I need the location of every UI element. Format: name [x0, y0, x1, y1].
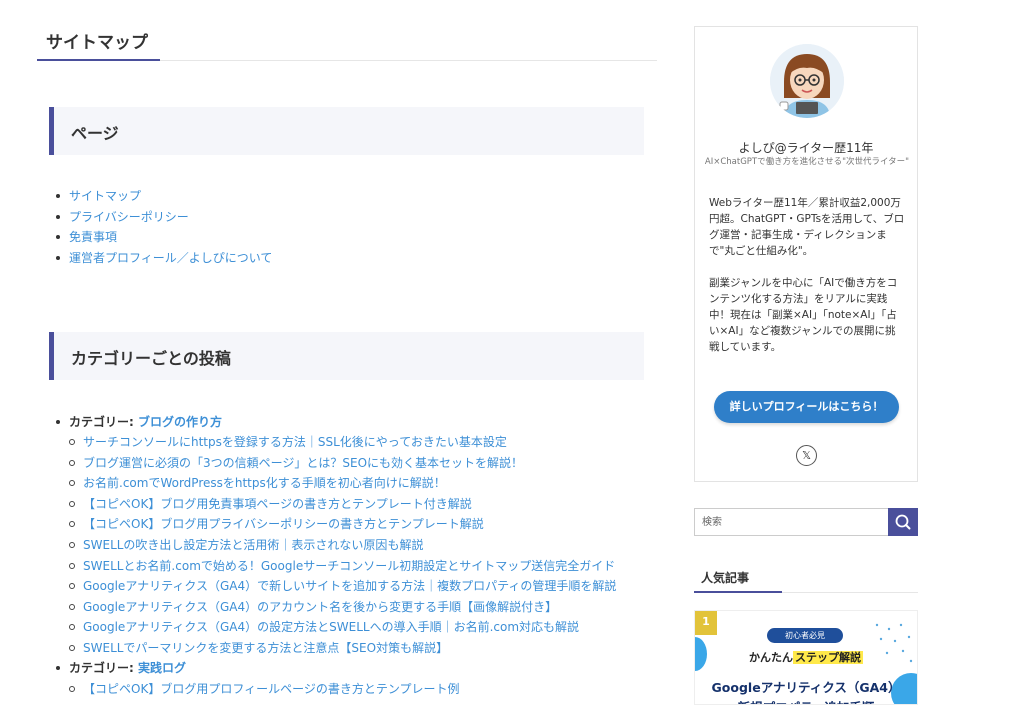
list-item: SWELLの吹き出し設定方法と活用術｜表示されない原因も解説 — [53, 535, 616, 556]
page-link-disclaimer[interactable]: 免責事項 — [69, 230, 117, 244]
profile-widget: よしぴ@ライター歴11年 AI×ChatGPTで働き方を進化させる"次世代ライタ… — [694, 26, 918, 482]
category-prefix: カテゴリー: — [69, 415, 138, 429]
category-link-blog-howto[interactable]: ブログの作り方 — [138, 415, 222, 429]
profile-paragraph: Webライター歴11年／累計収益2,000万円超。ChatGPT・GPTsを活用… — [709, 197, 905, 257]
list-item: Googleアナリティクス（GA4）で新しいサイトを追加する方法｜複数プロパティ… — [53, 576, 616, 597]
category-list: カテゴリー: ブログの作り方 — [53, 412, 222, 433]
list-item: お名前.comでWordPressをhttps化する手順を初心者向けに解説！ — [53, 473, 616, 494]
card-tagline-highlight: ステップ解説 — [793, 651, 863, 664]
page-list: サイトマップ プライバシーポリシー 免責事項 運営者プロフィール／よしぴについて — [53, 186, 272, 268]
search-form — [694, 508, 918, 536]
list-item: プライバシーポリシー — [53, 207, 272, 228]
list-item: SWELLとお名前.comで始める！Googleサーチコンソール初期設定とサイト… — [53, 556, 616, 577]
x-logo-icon[interactable]: 𝕏 — [796, 445, 817, 466]
category-item: カテゴリー: ブログの作り方 — [53, 412, 222, 433]
page-title: サイトマップ — [46, 33, 148, 53]
page-link-profile[interactable]: 運営者プロフィール／よしぴについて — [69, 251, 272, 265]
profile-paragraph: 副業ジャンルを中心に「AIで働き方をコンテンツ化する方法」をリアルに実践中！現在… — [709, 277, 898, 353]
card-tagline-prefix: かんたん — [749, 651, 793, 664]
card-badge: 初心者必見 — [767, 628, 843, 643]
page-title-bar: サイトマップ — [37, 28, 657, 61]
list-item: SWELLでパーマリンクを変更する方法と注意点【SEO対策も解説】 — [53, 638, 616, 659]
section-heading-text: ページ — [71, 124, 119, 143]
list-item: Googleアナリティクス（GA4）のアカウント名を後から変更する手順【画像解説… — [53, 597, 616, 618]
post-link[interactable]: サーチコンソールにhttpsを登録する方法｜SSL化後にやっておきたい基本設定 — [83, 435, 507, 449]
post-link[interactable]: 【コピペOK】ブログ用免責事項ページの書き方とテンプレート付き解説 — [83, 497, 472, 511]
profile-subtitle: AI×ChatGPTで働き方を進化させる"次世代ライター" — [704, 157, 910, 167]
popular-post-card[interactable]: 1 初心者必見 かんたんステップ解説 Googleアナリティクス（GA4） 新規… — [694, 610, 918, 705]
avatar — [770, 44, 844, 118]
search-icon — [895, 514, 911, 530]
profile-detail-button[interactable]: 詳しいプロフィールはこちら！ — [714, 391, 899, 423]
category-link-practice-log[interactable]: 実践ログ — [138, 661, 186, 675]
popular-posts-title: 人気記事 — [701, 571, 750, 585]
list-item: サーチコンソールにhttpsを登録する方法｜SSL化後にやっておきたい基本設定 — [53, 432, 616, 453]
card-title-line2: 新規プロパティ追加手順 — [695, 697, 917, 704]
post-link[interactable]: Googleアナリティクス（GA4）のアカウント名を後から変更する手順【画像解説… — [83, 600, 557, 614]
list-item: 運営者プロフィール／よしぴについて — [53, 248, 272, 269]
list-item: ブログ運営に必須の「3つの信頼ページ」とは？SEOにも効く基本セットを解説！ — [53, 453, 616, 474]
card-tagline: かんたん ステップ解説 — [695, 649, 917, 665]
post-link[interactable]: Googleアナリティクス（GA4）の設定方法とSWELLへの導入手順｜お名前.… — [83, 620, 579, 634]
search-input[interactable] — [695, 509, 889, 535]
post-link[interactable]: ブログ運営に必須の「3つの信頼ページ」とは？SEOにも効く基本セットを解説！ — [83, 456, 523, 470]
list-item: 【コピペOK】ブログ用プロフィールページの書き方とテンプレート例 — [53, 679, 459, 700]
list-item: 免責事項 — [53, 227, 272, 248]
list-item: サイトマップ — [53, 186, 272, 207]
avatar-illustration-icon — [770, 44, 844, 118]
post-link[interactable]: SWELLでパーマリンクを変更する方法と注意点【SEO対策も解説】 — [83, 641, 448, 655]
post-link[interactable]: 【コピペOK】ブログ用プライバシーポリシーの書き方とテンプレート解説 — [83, 517, 484, 531]
post-list: サーチコンソールにhttpsを登録する方法｜SSL化後にやっておきたい基本設定 … — [53, 432, 616, 659]
category-prefix: カテゴリー: — [69, 661, 138, 675]
rank-badge: 1 — [695, 611, 717, 635]
post-list: 【コピペOK】ブログ用プロフィールページの書き方とテンプレート例 — [53, 679, 459, 700]
list-item: 【コピペOK】ブログ用免責事項ページの書き方とテンプレート付き解説 — [53, 494, 616, 515]
card-title-line1: Googleアナリティクス（GA4） — [711, 680, 901, 695]
popular-posts-header: 人気記事 — [694, 563, 918, 593]
profile-description: Webライター歴11年／累計収益2,000万円超。ChatGPT・GPTsを活用… — [709, 195, 905, 371]
category-list: カテゴリー: 実践ログ — [53, 658, 186, 679]
list-item: 【コピペOK】ブログ用プライバシーポリシーの書き方とテンプレート解説 — [53, 514, 616, 535]
post-link[interactable]: 【コピペOK】ブログ用プロフィールページの書き方とテンプレート例 — [83, 682, 459, 696]
title-underline — [37, 59, 160, 61]
section-heading-pages: ページ — [49, 107, 644, 155]
section-heading-text: カテゴリーごとの投稿 — [71, 349, 231, 368]
page-link-sitemap[interactable]: サイトマップ — [69, 189, 141, 203]
post-link[interactable]: お名前.comでWordPressをhttps化する手順を初心者向けに解説！ — [83, 476, 446, 490]
search-button[interactable] — [888, 508, 918, 536]
category-item: カテゴリー: 実践ログ — [53, 658, 186, 679]
popular-underline — [694, 591, 782, 593]
list-item: Googleアナリティクス（GA4）の設定方法とSWELLへの導入手順｜お名前.… — [53, 617, 616, 638]
section-heading-categories: カテゴリーごとの投稿 — [49, 332, 644, 380]
profile-name: よしぴ@ライター歴11年 — [738, 141, 874, 155]
post-link[interactable]: SWELLとお名前.comで始める！Googleサーチコンソール初期設定とサイト… — [83, 559, 615, 573]
page-link-privacy[interactable]: プライバシーポリシー — [69, 210, 189, 224]
post-link[interactable]: SWELLの吹き出し設定方法と活用術｜表示されない原因も解説 — [83, 538, 423, 552]
post-link[interactable]: Googleアナリティクス（GA4）で新しいサイトを追加する方法｜複数プロパティ… — [83, 579, 616, 593]
